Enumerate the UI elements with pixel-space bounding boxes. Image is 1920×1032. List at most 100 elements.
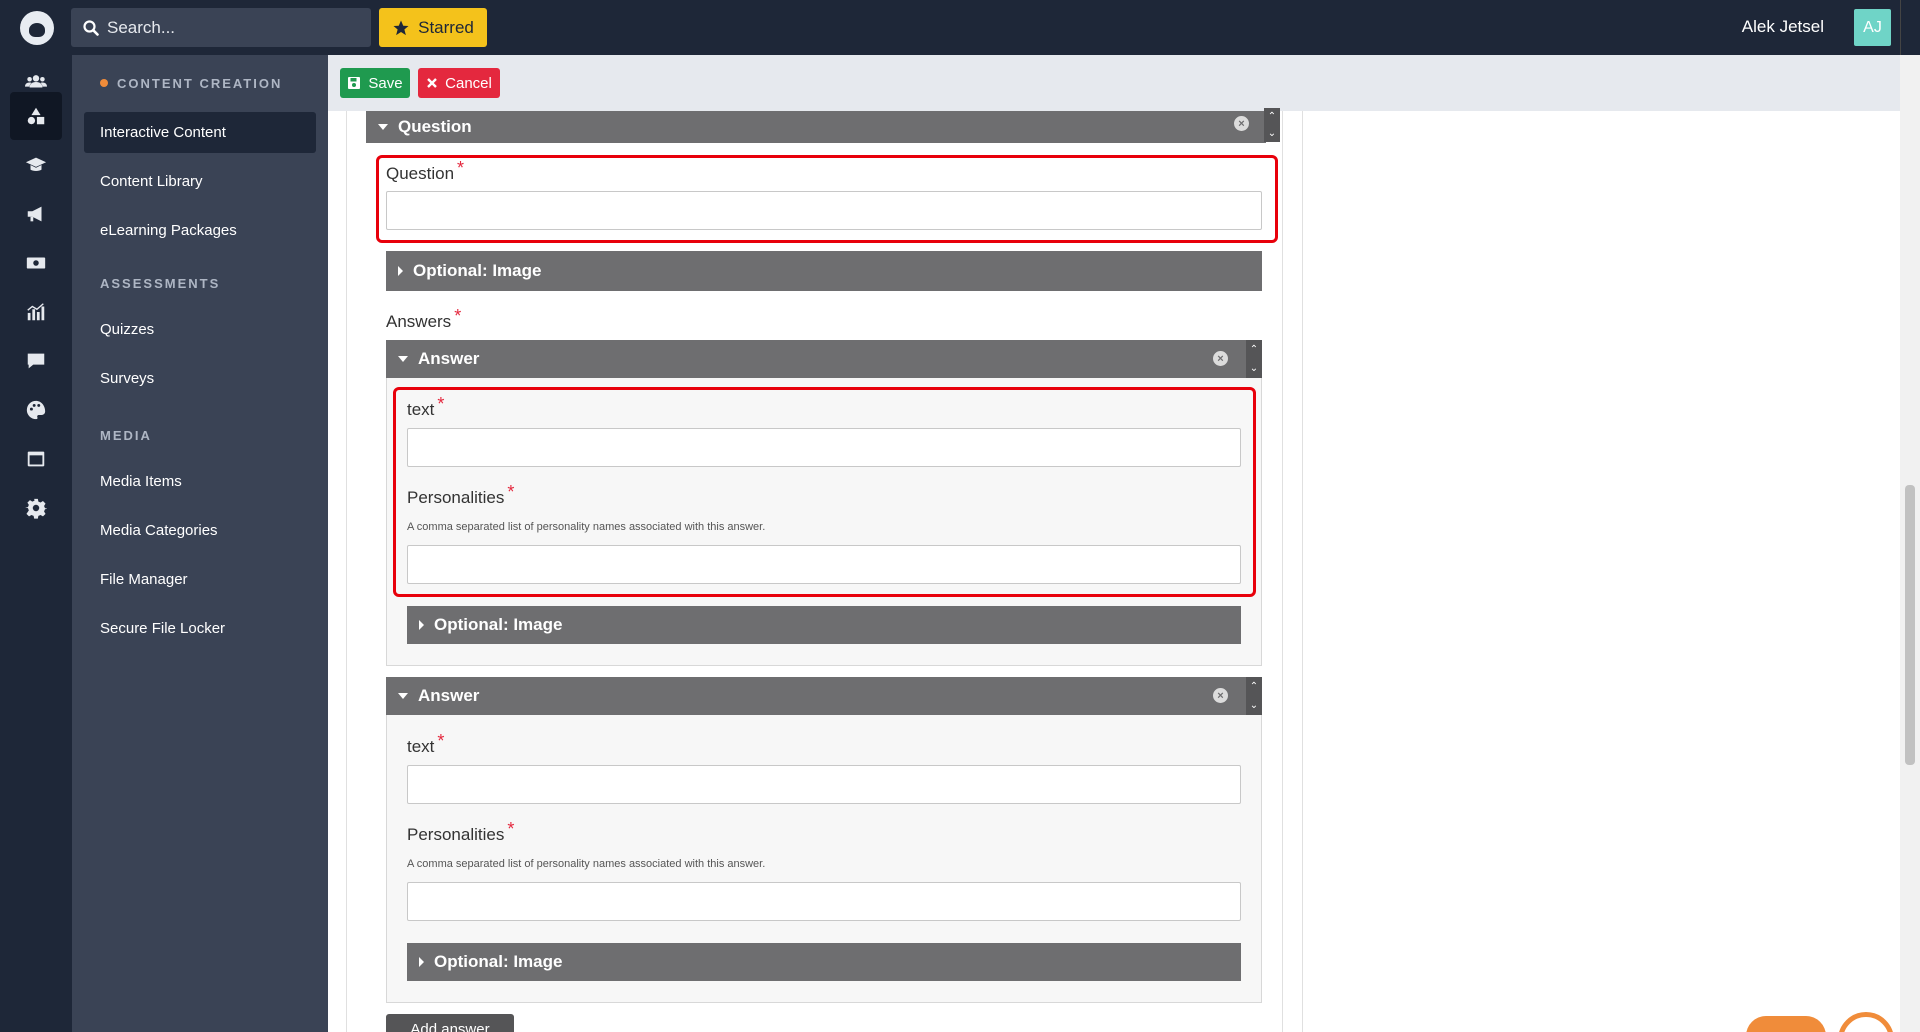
answer-2-text-input[interactable]	[407, 765, 1241, 804]
text-field-label: text *	[407, 731, 444, 757]
shapes-icon[interactable]	[10, 92, 62, 140]
label-text: text	[407, 737, 435, 756]
sidebar: CONTENT CREATION Interactive Content Con…	[72, 55, 328, 1032]
answers-label: Answers *	[386, 306, 461, 332]
chevron-up-icon: ⌃	[1267, 111, 1277, 122]
money-icon[interactable]	[10, 239, 62, 287]
cancel-label: Cancel	[445, 74, 492, 92]
divider	[1302, 111, 1303, 1032]
remove-answer-icon[interactable]: ×	[1213, 688, 1228, 703]
chevron-down-icon: ⌄	[1249, 363, 1259, 374]
answer-2-optional-image-header[interactable]: Optional: Image	[407, 943, 1241, 981]
megaphone-icon[interactable]	[10, 190, 62, 238]
graduation-cap-icon[interactable]	[10, 141, 62, 189]
label-text: Personalities	[407, 488, 505, 507]
label-text: Personalities	[407, 825, 505, 844]
divider	[1282, 111, 1283, 1032]
question-input[interactable]	[386, 191, 1262, 230]
search-placeholder: Search...	[107, 17, 176, 37]
gear-icon[interactable]	[10, 484, 62, 532]
sidebar-item-interactive-content[interactable]: Interactive Content	[84, 112, 316, 153]
help-button[interactable]	[1746, 1016, 1826, 1032]
starred-button[interactable]: Starred	[379, 8, 487, 47]
logo-icon[interactable]	[20, 11, 54, 45]
active-dot	[100, 78, 108, 87]
sidebar-item-secure-file-locker[interactable]: Secure File Locker	[84, 608, 316, 649]
sidebar-section-media: MEDIA	[100, 428, 152, 443]
label-text: Question	[386, 164, 455, 183]
chevron-up-icon: ⌃	[1249, 681, 1259, 692]
answer-1-text-input[interactable]	[407, 428, 1241, 467]
answer-1-header[interactable]: Answer	[386, 340, 1246, 378]
caret-down-icon	[398, 693, 408, 699]
section-label: CONTENT CREATION	[117, 76, 283, 91]
required-mark: *	[437, 394, 445, 414]
save-label: Save	[368, 74, 403, 92]
reorder-answer-icon[interactable]: ⌃ ⌄	[1246, 340, 1262, 378]
answer-2-personalities-input[interactable]	[407, 882, 1241, 921]
sidebar-item-file-manager[interactable]: File Manager	[84, 559, 316, 600]
sidebar-item-surveys[interactable]: Surveys	[84, 358, 316, 399]
question-panel-header[interactable]: Question	[366, 111, 1266, 143]
chat-icon[interactable]	[10, 337, 62, 385]
window-icon[interactable]	[10, 435, 62, 483]
user-name[interactable]: Alek Jetsel	[1742, 17, 1824, 37]
caret-right-icon	[419, 620, 424, 630]
remove-answer-icon[interactable]: ×	[1213, 351, 1228, 366]
sidebar-item-quizzes[interactable]: Quizzes	[84, 309, 316, 350]
answer-panel-title: Answer	[418, 686, 480, 705]
label-text: Answers	[386, 312, 452, 331]
reorder-answer-icon[interactable]: ⌃ ⌄	[1246, 677, 1262, 715]
caret-down-icon	[378, 124, 388, 130]
close-icon	[427, 78, 437, 88]
sidebar-item-elearning-packages[interactable]: eLearning Packages	[84, 210, 316, 251]
starred-label: Starred	[418, 17, 474, 37]
add-answer-button[interactable]: Add answer	[386, 1014, 514, 1032]
caret-right-icon	[398, 266, 403, 276]
avatar[interactable]: AJ	[1854, 9, 1891, 46]
sidebar-item-content-library[interactable]: Content Library	[84, 161, 316, 202]
divider	[346, 111, 347, 1032]
answer-1-personalities-input[interactable]	[407, 545, 1241, 584]
label-text: text	[407, 400, 435, 419]
sidebar-section-assessments: ASSESSMENTS	[100, 276, 221, 291]
chevron-up-icon: ⌃	[1249, 344, 1259, 355]
divider	[1900, 0, 1901, 55]
sidebar-item-media-items[interactable]: Media Items	[84, 461, 316, 502]
personalities-field-label: Personalities *	[407, 819, 514, 845]
caret-right-icon	[419, 957, 424, 967]
sidebar-item-media-categories[interactable]: Media Categories	[84, 510, 316, 551]
answer-2-header[interactable]: Answer	[386, 677, 1246, 715]
icon-rail	[0, 55, 72, 1032]
optional-image-label: Optional: Image	[413, 261, 542, 280]
question-optional-image-header[interactable]: Optional: Image	[386, 251, 1262, 291]
question-panel-title: Question	[398, 117, 472, 136]
required-mark: *	[457, 158, 465, 178]
question-field-label: Question *	[386, 158, 464, 184]
floppy-icon	[348, 77, 361, 89]
optional-image-label: Optional: Image	[434, 615, 563, 634]
required-mark: *	[437, 731, 445, 751]
cancel-button[interactable]: Cancel	[418, 68, 500, 98]
personalities-field-label: Personalities *	[407, 482, 514, 508]
required-mark: *	[507, 819, 515, 839]
chart-icon[interactable]	[10, 288, 62, 336]
palette-icon[interactable]	[10, 386, 62, 434]
personalities-hint: A comma separated list of personality na…	[407, 521, 766, 533]
star-icon	[393, 20, 409, 35]
sidebar-section-content-creation: CONTENT CREATION	[100, 76, 282, 91]
search-input[interactable]: Search...	[71, 8, 371, 47]
scrollbar-thumb[interactable]	[1905, 485, 1915, 765]
page-scrollbar[interactable]	[1900, 55, 1920, 1032]
text-field-label: text *	[407, 394, 444, 420]
answer-1-optional-image-header[interactable]: Optional: Image	[407, 606, 1241, 644]
action-bar: Save Cancel	[328, 55, 1900, 111]
reorder-question-icon[interactable]: ⌃ ⌄	[1264, 108, 1280, 142]
caret-down-icon	[398, 356, 408, 362]
remove-question-icon[interactable]: ×	[1234, 116, 1249, 131]
optional-image-label: Optional: Image	[434, 952, 563, 971]
chevron-down-icon: ⌄	[1249, 700, 1259, 711]
save-button[interactable]: Save	[340, 68, 410, 98]
required-mark: *	[507, 482, 515, 502]
search-icon	[83, 19, 99, 36]
